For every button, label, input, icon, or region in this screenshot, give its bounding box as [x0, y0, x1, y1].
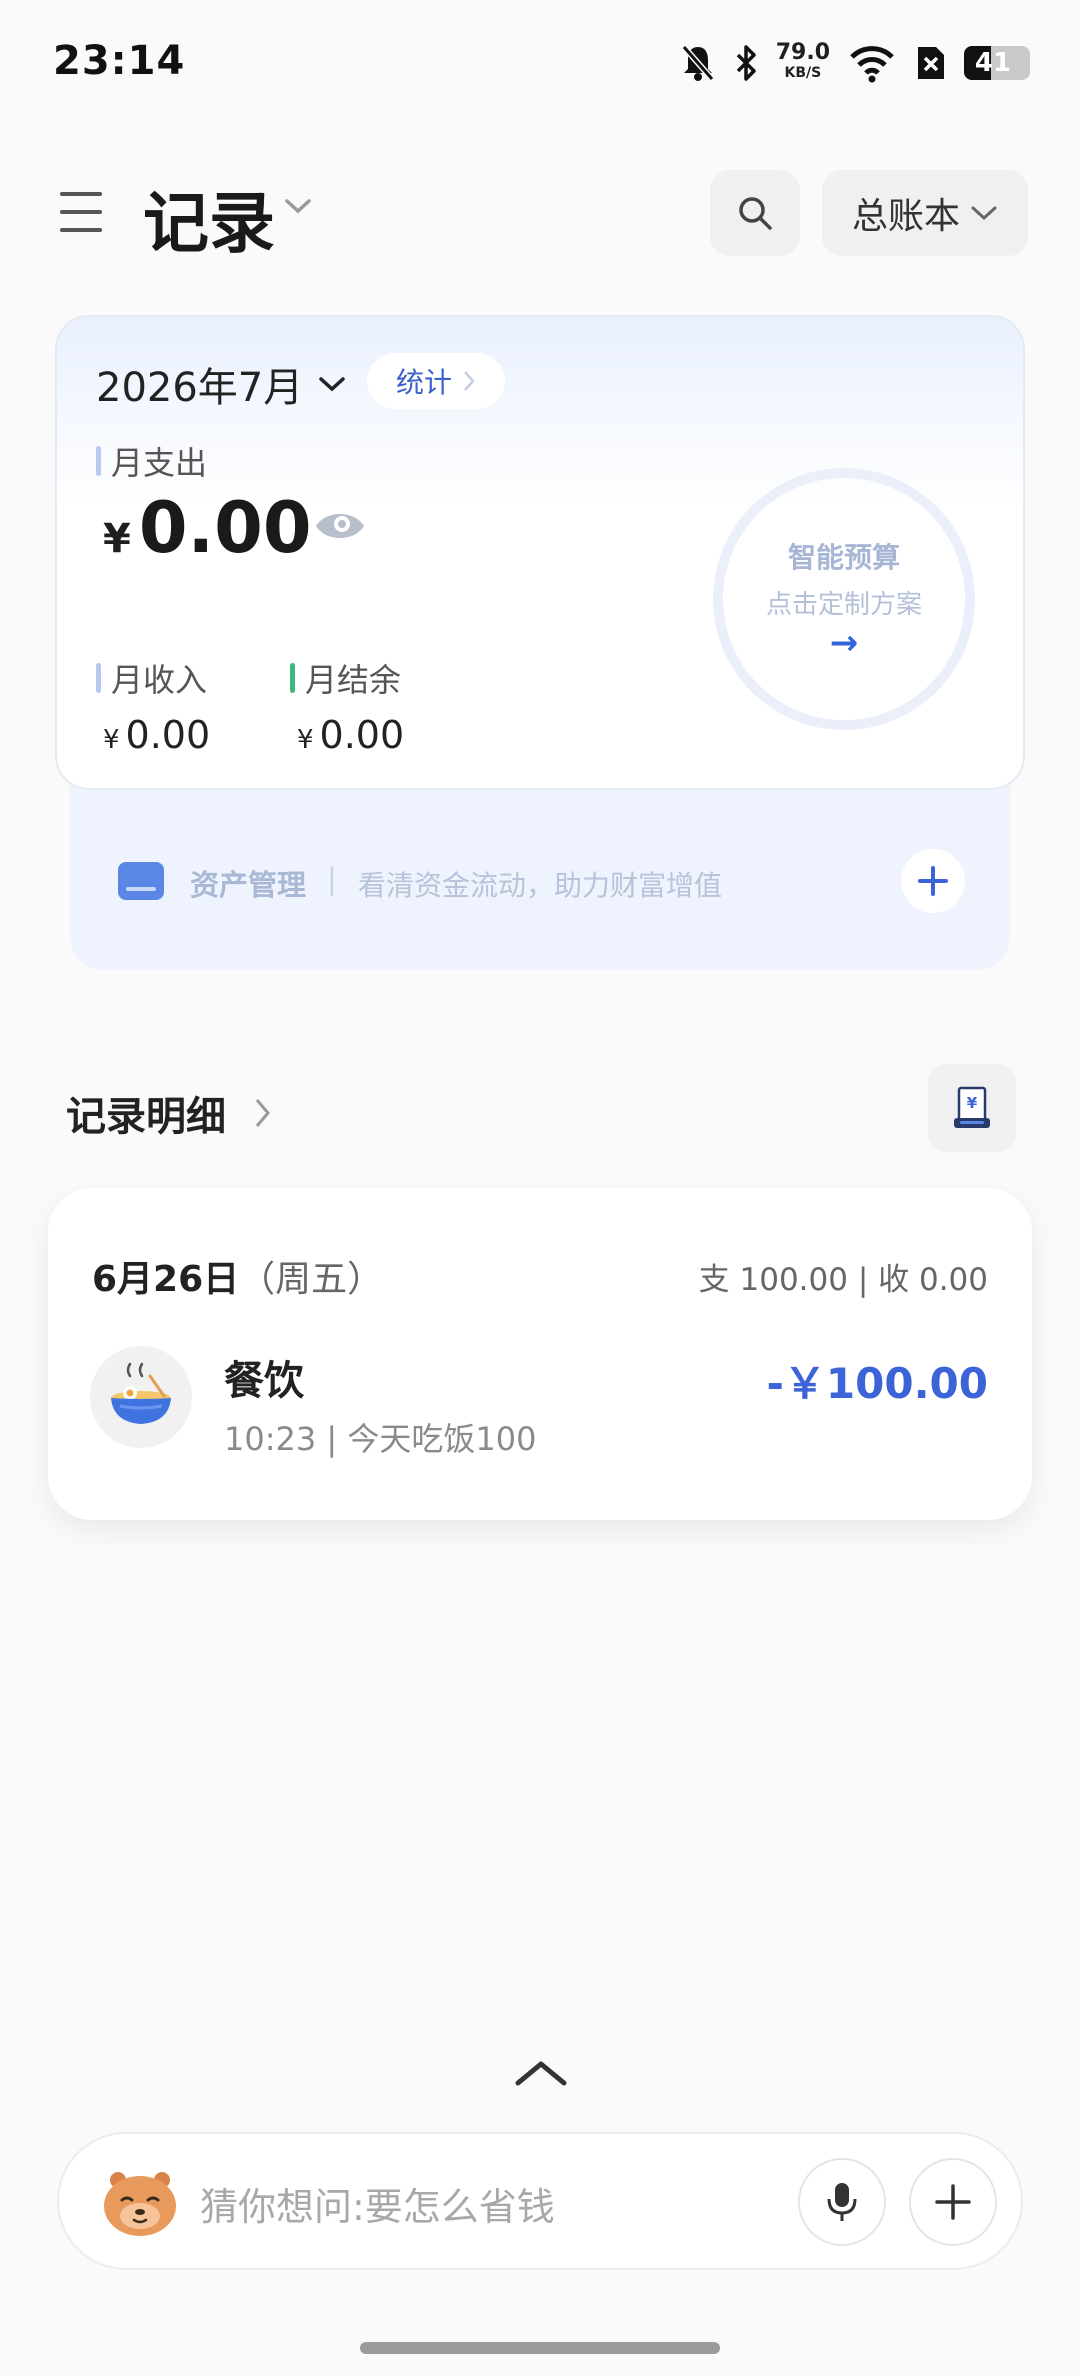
balance-label: 月结余	[290, 655, 401, 701]
receipt-icon: ¥	[954, 1086, 990, 1128]
svg-text:¥: ¥	[967, 1094, 978, 1112]
mascot-icon[interactable]	[100, 2164, 180, 2240]
income-label: 月收入	[96, 655, 207, 701]
asset-description: 看清资金流动，助力财富增值	[358, 869, 723, 902]
card-icon	[118, 862, 164, 900]
month-selector[interactable]: 2026年7月	[96, 355, 347, 413]
wifi-icon	[850, 46, 894, 83]
asset-separator: |	[327, 862, 337, 896]
bell-muted-icon	[681, 45, 714, 81]
eye-icon[interactable]	[312, 504, 368, 548]
income-value: ¥0.00	[103, 713, 211, 757]
budget-subtitle: 点击定制方案	[765, 589, 922, 620]
mic-icon	[827, 2183, 857, 2221]
plus-icon	[935, 2184, 971, 2220]
page-title[interactable]: 记录	[143, 170, 275, 266]
chevron-down-icon[interactable]	[283, 196, 313, 216]
add-asset-button[interactable]	[901, 849, 965, 913]
battery-icon: 41	[964, 46, 1030, 80]
bill-button[interactable]: ¥	[928, 1064, 1016, 1152]
search-button[interactable]	[710, 170, 800, 256]
plus-icon	[918, 866, 948, 896]
chevron-down-icon	[319, 377, 345, 392]
add-button[interactable]	[909, 2158, 997, 2246]
menu-icon[interactable]	[60, 192, 102, 232]
battery-level: 41	[974, 48, 1012, 78]
asset-title: 资产管理	[190, 868, 307, 902]
budget-title: 智能预算	[787, 540, 900, 574]
chevron-up-icon[interactable]	[513, 2058, 569, 2088]
net-speed: 79.0 KB/S	[775, 40, 830, 82]
ledger-selector[interactable]: 总账本	[822, 170, 1028, 256]
chevron-down-icon	[971, 206, 997, 221]
chevron-right-icon	[255, 1099, 270, 1127]
search-icon	[739, 197, 772, 230]
bluetooth-icon	[736, 45, 756, 81]
record-meta: 10:23 | 今天吃饭100	[224, 1420, 537, 1458]
chevron-right-icon	[464, 371, 475, 391]
day-date: 6月26日（周五）	[92, 1259, 384, 1300]
expense-label: 月支出	[96, 438, 207, 484]
status-time: 23:14	[53, 38, 186, 84]
status-icons: 79.0 KB/S 41	[680, 38, 1030, 88]
record-amount: -￥100.00	[766, 1359, 988, 1408]
smart-budget-button[interactable]: 智能预算 点击定制方案 →	[713, 468, 975, 730]
expense-value: ¥ 0.00	[103, 487, 312, 569]
stats-button[interactable]: 统计	[367, 353, 505, 409]
arrow-right-icon: →	[829, 622, 859, 663]
ledger-label: 总账本	[851, 196, 960, 237]
sim-off-icon	[918, 47, 944, 79]
balance-value: ¥0.00	[297, 713, 405, 757]
day-summary: 支 100.00 | 收 0.00	[698, 1262, 988, 1298]
record-category[interactable]: 餐饮	[224, 1348, 304, 1406]
records-section-title[interactable]: 记录明细	[66, 1084, 272, 1142]
food-bowl-icon	[90, 1346, 192, 1448]
ask-placeholder[interactable]: 猜你想问:要怎么省钱	[200, 2176, 555, 2231]
home-indicator[interactable]	[360, 2342, 720, 2354]
voice-button[interactable]	[798, 2158, 886, 2246]
